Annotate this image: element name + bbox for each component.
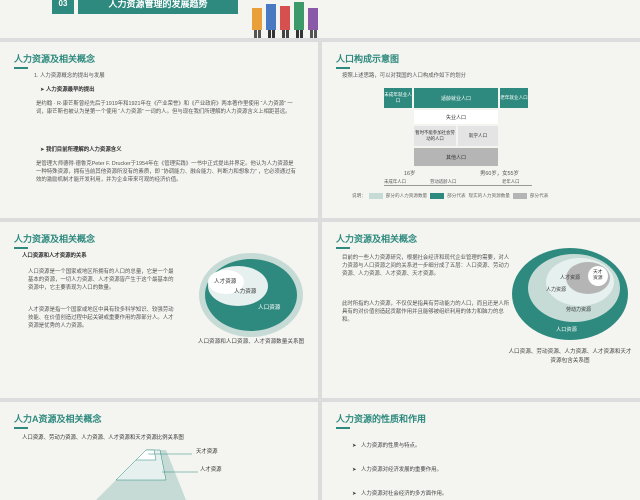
subheading-text: 我们目前所理解的人力资源含义: [46, 147, 122, 153]
paragraph: 目前的一些人力资源研究，根据社会经济和现代企业管理的需要，对人力资源与人口资源之…: [342, 255, 510, 277]
paragraph: 人才资源是指一个国家或地区中具有较多科学知识、较强劳动技能、在价值创造过程中起关…: [28, 307, 174, 329]
pyramid-diagram: [96, 449, 198, 500]
age-marker-retire: 男60岁，女55岁: [480, 171, 519, 177]
diagram-caption: 人口资源和人口资源、人才资源数量关系图: [197, 339, 305, 345]
axis-label-working: 劳动适龄人口: [430, 179, 457, 184]
legend-text: 部分的人力资源数量: [385, 193, 428, 198]
slide-nature-role: 人力资源的性质和作用 ➤ 人力资源的性质与特点。 ➤ 人力资源对经济发展的重要作…: [322, 402, 640, 500]
slide-hr-concepts-origin: 人力资源及相关概念 1. 人力资源概念的提出与发展 ➤ 人力资源最早的提出 是约…: [0, 42, 318, 218]
paragraph: 是管理大师德得·德鲁克Peter F. Drucker于1954年在《管理实践》…: [36, 161, 296, 183]
label-talent: 人才资源: [214, 279, 237, 285]
subheading-text: 人力资源最早的提出: [46, 87, 95, 93]
box-student: 就学人口: [458, 126, 498, 146]
people-illustration-icon: [252, 2, 318, 38]
label-genius: 天才资源: [196, 449, 218, 455]
slide-five-level-resources: 人力资源及相关概念 目前的一些人力资源研究，根据社会经济和现代企业管理的需要，对…: [322, 222, 640, 398]
slide-title: 人力资源的性质和作用: [336, 414, 427, 429]
list-item-text: 人力资源的性质与特点。: [361, 443, 421, 449]
legend-text: 现实的人力资源数量: [468, 193, 510, 198]
label-human: 人力资源: [234, 289, 257, 295]
box-other-population: 其他人口: [414, 148, 498, 166]
slide-title: 人力A资源及相关概念: [14, 414, 102, 429]
section-number-badge: 03: [52, 0, 74, 14]
slide-proportion: 人力A资源及相关概念 人口资源、劳动力资源、人力资源、人才资源和天才资源比例关系…: [0, 402, 318, 500]
list-item: 1. 人力资源概念的提出与发展: [34, 73, 105, 79]
intro-text: 按照上述思路，可以对我国的人口构成作如下的划分: [342, 73, 466, 79]
label-population: 人口资源: [258, 305, 281, 311]
section-title-banner: 人力资源管理的发展趋势: [78, 0, 238, 14]
label-population: 人口资源: [556, 327, 577, 333]
axis-label-minor: 未成年人口: [384, 179, 406, 184]
legend-text: 部分代表: [529, 193, 549, 198]
box-minor-employed: 未成年就业人口: [384, 88, 412, 108]
paragraph: 此时所指的人力资源，不仅仅是指具有劳动能力的人口，而且还是人所具有的对价值创造起…: [342, 301, 510, 323]
box-unemployed: 失业人口: [414, 110, 498, 124]
slide-title: 人力资源及相关概念: [14, 54, 96, 69]
list-item-text: 人力资源对社会经济的多方面作用。: [361, 491, 448, 497]
slide-population-diagram: 人口构成示意图 按照上述思路，可以对我国的人口构成作如下的划分 未成年就业人口 …: [322, 42, 640, 218]
box-temporarily-unable: 暂时不能参加社会劳动的人口: [414, 126, 456, 146]
subtitle: 人口资源、劳动力资源、人力资源、人才资源和天才资源比例关系图: [22, 435, 184, 441]
axis-label-elderly: 老年人口: [502, 179, 520, 184]
legend-text: 部分代表: [447, 193, 466, 198]
box-working-age-employed: 适龄就业人口: [414, 88, 498, 108]
subheading: ➤ 人力资源最早的提出: [40, 87, 95, 93]
list-item: ➤ 人力资源的性质与特点。: [352, 443, 421, 449]
slide-population-talent: 人力资源及相关概念 人口资源和人才资源的关系 人口资源是一个国家或地区所拥有的人…: [0, 222, 318, 398]
label-genius: 天才资源: [593, 270, 603, 281]
box-elderly-employed: 老年就业人口: [500, 88, 528, 108]
legend-swatch-light: [368, 193, 383, 199]
legend-swatch-teal: [430, 193, 445, 199]
slide-header-strip: 03 人力资源管理的发展趋势: [0, 0, 640, 38]
slide-title: 人力资源及相关概念: [14, 234, 96, 249]
list-item-text: 人力资源对经济发展的重要作用。: [361, 467, 442, 473]
age-marker-16: 16岁: [404, 171, 416, 177]
legend-swatch-gray: [512, 193, 527, 199]
label-talent: 人才资源: [560, 275, 581, 281]
diagram-caption: 人口资源、劳动资源、人力资源、人才资源和天才资源包含关系图: [508, 349, 632, 364]
slide-title: 人口构成示意图: [336, 54, 400, 69]
label-talent: 人才资源: [200, 467, 222, 473]
list-item: ➤ 人力资源对经济发展的重要作用。: [352, 467, 442, 473]
paragraph: 人口资源是一个国家或地区所拥有的人口的总量，它是一个最基本的资源，一切人力资源、…: [28, 269, 174, 291]
subheading: 人口资源和人才资源的关系: [22, 253, 87, 259]
legend-prefix: 说明：: [352, 193, 366, 198]
legend: 说明： 部分的人力资源数量 部分代表 现实的人力资源数量 部分代表: [352, 193, 548, 199]
list-item: ➤ 人力资源对社会经济的多方面作用。: [352, 491, 448, 497]
subheading: ➤ 我们目前所理解的人力资源含义: [40, 147, 122, 153]
slide-title: 人力资源及相关概念: [336, 234, 418, 249]
label-labor: 劳动力资源: [566, 307, 592, 313]
label-human: 人力资源: [546, 287, 567, 293]
paragraph: 是约翰 · R·康芒斯曾经先后于1919年和1921年在《产业荣誉》和《产业政府…: [36, 101, 293, 115]
